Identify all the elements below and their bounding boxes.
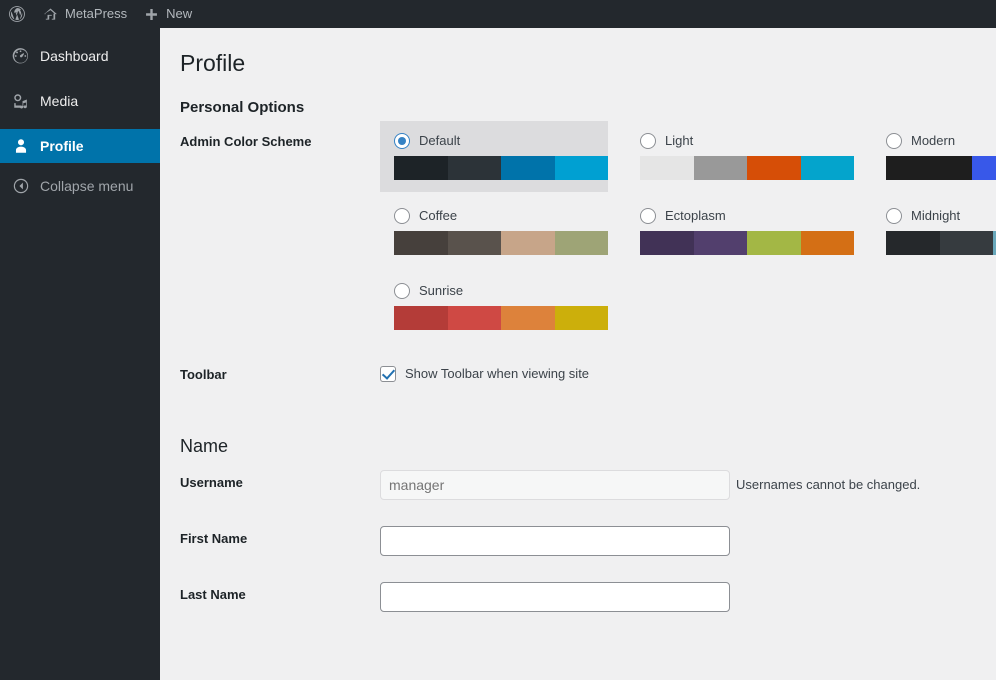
dashboard-icon bbox=[11, 47, 31, 65]
radio-coffee[interactable] bbox=[394, 207, 410, 224]
home-icon bbox=[42, 6, 59, 23]
personal-options-table: Admin Color Scheme Default Light Modern … bbox=[160, 116, 996, 402]
color-option-coffee-label: Coffee bbox=[419, 208, 458, 224]
color-option-default[interactable]: Default bbox=[380, 120, 608, 192]
first-name-row: First Name bbox=[160, 513, 996, 569]
site-name-label: MetaPress bbox=[65, 6, 128, 21]
main-content: Profile Personal Options Admin Color Sch… bbox=[160, 28, 996, 680]
sidebar-item-media[interactable]: Media bbox=[0, 84, 160, 118]
collapse-menu-label: Collapse menu bbox=[40, 178, 134, 194]
color-option-ectoplasm[interactable]: Ectoplasm bbox=[626, 196, 854, 267]
radio-midnight[interactable] bbox=[886, 207, 902, 224]
collapse-arrow-icon bbox=[11, 177, 31, 195]
show-toolbar-checkbox-row[interactable]: Show Toolbar when viewing site bbox=[380, 362, 986, 382]
color-option-light-label: Light bbox=[665, 133, 694, 149]
site-name-menu-item[interactable]: MetaPress bbox=[34, 0, 135, 28]
color-swatch-modern bbox=[886, 155, 996, 180]
plus-icon bbox=[143, 6, 160, 23]
sidebar-item-media-label: Media bbox=[40, 93, 79, 109]
page-title: Profile bbox=[180, 50, 246, 76]
color-option-sunrise-label: Sunrise bbox=[419, 283, 464, 299]
last-name-label: Last Name bbox=[180, 586, 246, 602]
first-name-input[interactable] bbox=[380, 525, 730, 556]
radio-modern[interactable] bbox=[886, 132, 902, 149]
color-option-modern[interactable]: Modern bbox=[872, 121, 996, 192]
color-option-midnight[interactable]: Midnight bbox=[872, 196, 996, 267]
show-toolbar-checkbox[interactable] bbox=[380, 365, 396, 382]
user-icon bbox=[11, 137, 31, 155]
wp-logo-menu-item[interactable] bbox=[0, 0, 34, 28]
color-swatch-coffee bbox=[394, 230, 608, 255]
color-option-light[interactable]: Light bbox=[626, 121, 854, 192]
radio-sunrise[interactable] bbox=[394, 282, 410, 299]
sidebar-item-dashboard-label: Dashboard bbox=[40, 48, 109, 64]
admin-color-scheme-picker: Default Light Modern Coffee Ectoplasm Mi… bbox=[380, 120, 996, 336]
color-option-default-label: Default bbox=[419, 133, 461, 149]
username-row: Username Usernames cannot be changed. bbox=[160, 457, 996, 513]
name-heading: Name bbox=[180, 435, 229, 456]
color-option-coffee[interactable]: Coffee bbox=[380, 196, 608, 267]
username-input bbox=[380, 469, 730, 500]
show-toolbar-label: Show Toolbar when viewing site bbox=[405, 366, 590, 382]
media-icon bbox=[11, 92, 31, 110]
first-name-label: First Name bbox=[180, 530, 248, 546]
admin-sidebar-menu: Dashboard Media Profile Collapse menu bbox=[0, 28, 168, 680]
new-content-menu-item[interactable]: New bbox=[135, 0, 200, 28]
radio-ectoplasm[interactable] bbox=[640, 207, 656, 224]
radio-default[interactable] bbox=[394, 132, 410, 149]
sidebar-item-profile[interactable]: Profile bbox=[0, 129, 168, 163]
name-table: Username Usernames cannot be changed. Fi… bbox=[160, 457, 996, 625]
color-swatch-light bbox=[640, 155, 854, 180]
color-option-ectoplasm-label: Ectoplasm bbox=[665, 208, 726, 224]
last-name-row: Last Name bbox=[160, 569, 996, 625]
color-option-sunrise[interactable]: Sunrise bbox=[380, 271, 608, 342]
color-swatch-default bbox=[394, 155, 608, 180]
color-option-modern-label: Modern bbox=[911, 133, 956, 149]
color-swatch-sunrise bbox=[394, 305, 608, 330]
toolbar-label: Toolbar bbox=[180, 366, 227, 382]
new-content-label: New bbox=[166, 6, 193, 21]
username-label: Username bbox=[180, 474, 243, 490]
wordpress-icon bbox=[8, 5, 26, 23]
admin-color-scheme-label: Admin Color Scheme bbox=[180, 133, 312, 149]
sidebar-item-profile-label: Profile bbox=[40, 138, 84, 154]
personal-options-heading: Personal Options bbox=[180, 98, 305, 116]
admin-bar: MetaPress New bbox=[0, 0, 996, 28]
radio-light[interactable] bbox=[640, 132, 656, 149]
toolbar-row: Toolbar Show Toolbar when viewing site bbox=[160, 349, 996, 402]
username-note: Usernames cannot be changed. bbox=[736, 476, 921, 492]
sidebar-item-dashboard[interactable]: Dashboard bbox=[0, 39, 160, 73]
color-swatch-midnight bbox=[886, 230, 996, 255]
color-swatch-ectoplasm bbox=[640, 230, 854, 255]
color-option-midnight-label: Midnight bbox=[911, 208, 961, 224]
last-name-input[interactable] bbox=[380, 581, 730, 612]
collapse-menu-button[interactable]: Collapse menu bbox=[0, 169, 160, 203]
admin-color-scheme-row: Admin Color Scheme Default Light Modern … bbox=[160, 116, 996, 349]
